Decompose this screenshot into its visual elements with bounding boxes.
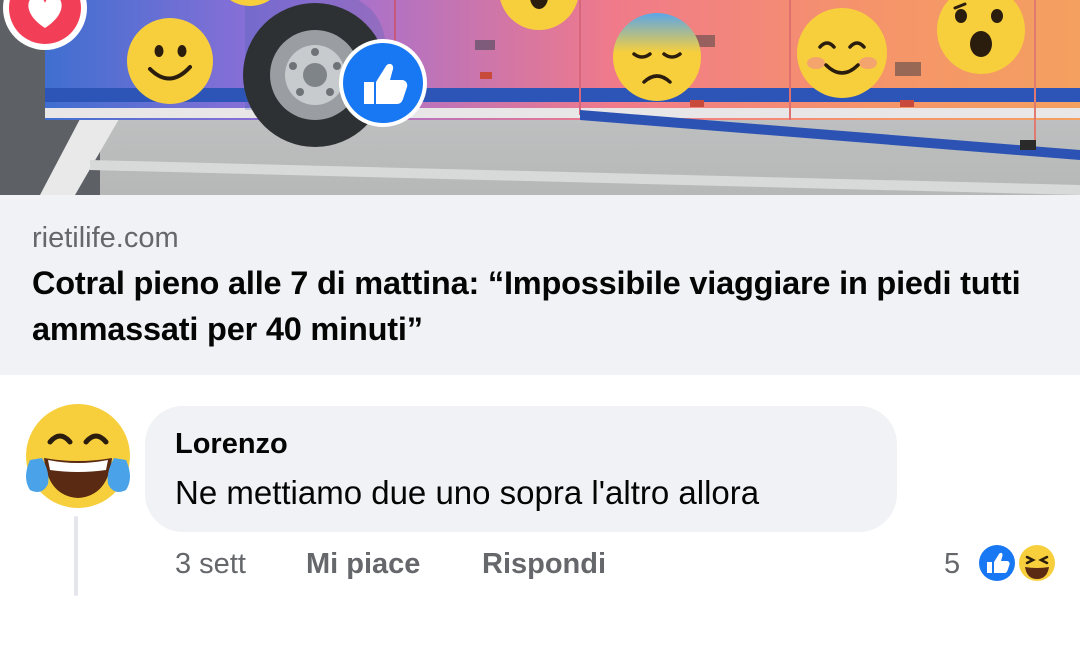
heart-reaction-icon bbox=[3, 0, 87, 50]
haha-reaction-icon bbox=[1016, 542, 1058, 584]
comment-text: Ne mettiamo due uno sopra l'altro allora bbox=[175, 474, 760, 511]
thread-line bbox=[74, 516, 78, 596]
reaction-count[interactable]: 5 bbox=[944, 548, 960, 581]
like-reaction-icon bbox=[339, 39, 427, 127]
blushing-face-emoji bbox=[797, 8, 887, 98]
smiling-face-emoji bbox=[127, 18, 213, 104]
comment-bubble[interactable] bbox=[145, 406, 897, 532]
like-button[interactable]: Mi piace bbox=[306, 548, 420, 581]
reaction-summary[interactable] bbox=[975, 541, 1060, 585]
link-preview-image[interactable] bbox=[0, 0, 1080, 195]
tears-of-joy-emoji[interactable] bbox=[20, 400, 136, 516]
partial-emoji bbox=[230, 0, 270, 6]
comment-timestamp[interactable]: 3 sett bbox=[175, 548, 246, 581]
surprised-face-emoji bbox=[500, 0, 578, 30]
link-preview-card[interactable]: rietilife.com Cotral pieno alle 7 di mat… bbox=[0, 0, 1080, 375]
link-headline[interactable]: Cotral pieno alle 7 di mattina: “Impossi… bbox=[32, 260, 1042, 352]
surprised-face-emoji bbox=[937, 0, 1025, 74]
like-reaction-icon bbox=[976, 542, 1018, 584]
reply-button[interactable]: Rispondi bbox=[482, 548, 606, 581]
link-domain: rietilife.com bbox=[32, 222, 179, 254]
comment-author[interactable]: Lorenzo bbox=[175, 428, 288, 461]
sleepy-face-emoji bbox=[613, 13, 701, 101]
